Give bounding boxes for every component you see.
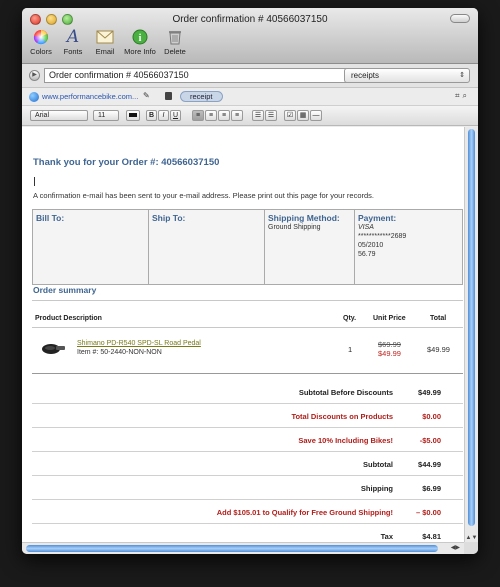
divider <box>32 327 463 328</box>
horizontal-scrollbar[interactable]: ◀▶ <box>22 542 464 554</box>
subject-row: ▶ Order confirmation # 40566037150 recei… <box>22 64 478 88</box>
attachment-icons[interactable]: ⌗⌕ <box>455 91 470 101</box>
numbered-list-icon[interactable]: ☰ <box>265 110 277 121</box>
play-icon[interactable]: ▶ <box>29 70 40 81</box>
url-row: www.performancebike.com... ✎ receipt ⌗⌕ <box>22 88 478 106</box>
product-name-link[interactable]: Shimano PD-R540 SPD-SL Road Pedal <box>77 340 201 347</box>
summary-label: Total Discounts on Products <box>291 412 393 421</box>
align-justify-icon[interactable]: ≡ <box>231 110 243 121</box>
fonts-icon: A <box>66 27 80 47</box>
tag-pill[interactable]: receipt <box>180 91 223 102</box>
summary-value: $49.99 <box>418 388 441 397</box>
colors-button[interactable]: Colors <box>28 28 54 56</box>
more-info-button[interactable]: i More Info <box>124 28 156 56</box>
resize-grip[interactable] <box>464 542 478 554</box>
bold-button[interactable]: B <box>146 110 157 121</box>
divider <box>32 300 463 301</box>
info-icon: i <box>131 28 149 46</box>
summary-value: $44.99 <box>418 460 441 469</box>
summary-row: Shipping $6.99 <box>32 476 463 500</box>
summary-label: Tax <box>380 532 393 541</box>
align-center-icon[interactable]: ≡ <box>205 110 217 121</box>
scroll-arrows-icon[interactable]: ◀▶ <box>451 544 460 551</box>
bill-to-cell: Bill To: <box>33 210 149 284</box>
summary-row: Save 10% Including Bikes! -$5.00 <box>32 428 463 452</box>
col-product-description: Product Description <box>35 315 102 322</box>
summary-value: $4.81 <box>422 532 441 541</box>
edit-pencil-icon[interactable]: ✎ <box>143 91 150 100</box>
color-wheel-icon <box>32 28 50 46</box>
category-value: receipts <box>351 71 380 80</box>
bullet-list-icon[interactable]: ☰ <box>252 110 264 121</box>
email-button[interactable]: Email <box>92 28 118 56</box>
payment-cell: Payment: VISA ************2689 05/2010 5… <box>358 213 407 258</box>
category-select[interactable]: receipts ⇕ <box>344 68 470 83</box>
toolbar: Colors A Fonts Email i More Info Delete <box>28 27 188 56</box>
summary-value: -$5.00 <box>419 436 441 445</box>
align-right-icon[interactable]: ≡ <box>218 110 230 121</box>
italic-button[interactable]: I <box>158 110 169 121</box>
summary-row: Tax $4.81 <box>32 524 463 542</box>
lock-icon[interactable] <box>165 92 172 100</box>
app-window: Order confirmation # 40566037150 Colors … <box>22 8 478 554</box>
product-thumbnail[interactable] <box>40 340 66 356</box>
order-summary-heading: Order summary <box>33 285 97 295</box>
product-total: $49.99 <box>427 345 450 354</box>
font-size-select[interactable]: 11 <box>93 110 119 121</box>
col-qty: Qty. <box>343 315 357 322</box>
chevron-updown-icon: ⇕ <box>459 72 465 79</box>
globe-icon <box>29 92 39 102</box>
checkbox-icon[interactable]: ☑ <box>284 110 296 121</box>
thanks-heading: Thank you for your Order #: 40566037150 <box>33 157 220 168</box>
text-color-button[interactable] <box>126 110 140 121</box>
horizontal-rule-icon[interactable]: — <box>310 110 322 121</box>
scroll-arrows-icon[interactable]: ▲▼ <box>465 535 478 541</box>
summary-label: Add $105.01 to Qualify for Free Ground S… <box>216 508 393 517</box>
table-icon[interactable]: ▦ <box>297 110 309 121</box>
vertical-scrollbar[interactable]: ▲▼ <box>464 127 478 542</box>
summary-value: $6.99 <box>422 484 441 493</box>
original-price: $69.99 <box>378 340 401 349</box>
summary-label: Subtotal Before Discounts <box>298 388 393 397</box>
order-info-table: Bill To: Ship To: Shipping Method: Groun… <box>32 209 463 285</box>
summary-label: Save 10% Including Bikes! <box>298 436 393 445</box>
confirmation-text: A confirmation e-mail has been sent to y… <box>33 191 375 200</box>
underline-button[interactable]: U <box>170 110 181 121</box>
divider <box>32 373 463 374</box>
align-left-icon[interactable]: ≡ <box>192 110 204 121</box>
summary-value: $0.00 <box>422 412 441 421</box>
trash-icon <box>166 28 184 46</box>
subject-input[interactable]: Order confirmation # 40566037150 <box>44 68 360 83</box>
col-total: Total <box>430 315 447 322</box>
summary-row: Total Discounts on Products $0.00 <box>32 404 463 428</box>
summary-value: – $0.00 <box>415 508 441 517</box>
document-area[interactable]: Thank you for your Order #: 40566037150 … <box>22 127 464 542</box>
format-bar: Arial 11 B I U ≡ ≡ ≡ ≡ ☰ ☰ ☑ ▦ — <box>22 106 478 126</box>
source-url-link[interactable]: www.performancebike.com... <box>42 92 138 101</box>
svg-text:i: i <box>139 33 142 44</box>
product-qty: 1 <box>348 345 353 354</box>
delete-button[interactable]: Delete <box>162 28 188 56</box>
window-title: Order confirmation # 40566037150 <box>172 14 328 25</box>
text-caret <box>34 177 35 186</box>
email-icon <box>96 28 114 46</box>
font-select[interactable]: Arial <box>30 110 88 121</box>
fonts-button[interactable]: A Fonts <box>60 27 86 56</box>
horizontal-scroll-thumb[interactable] <box>26 545 438 552</box>
summary-row: Add $105.01 to Qualify for Free Ground S… <box>32 500 463 524</box>
summary-row: Subtotal Before Discounts $49.99 <box>32 380 463 404</box>
summary-label: Shipping <box>360 484 393 493</box>
summary-label: Subtotal <box>363 460 393 469</box>
summary-row: Subtotal $44.99 <box>32 452 463 476</box>
toolbar-toggle-button[interactable] <box>450 14 470 23</box>
shipping-method-cell: Shipping Method: Ground Shipping <box>265 210 355 284</box>
ship-to-cell: Ship To: <box>149 210 265 284</box>
title-bar: Order confirmation # 40566037150 Colors … <box>22 8 478 64</box>
col-unit-price: Unit Price <box>373 315 406 322</box>
vertical-scroll-thumb[interactable] <box>468 129 475 526</box>
sale-price: $49.99 <box>378 349 401 358</box>
product-item-number: Item #: 50-2440-NON-NON <box>77 349 162 356</box>
